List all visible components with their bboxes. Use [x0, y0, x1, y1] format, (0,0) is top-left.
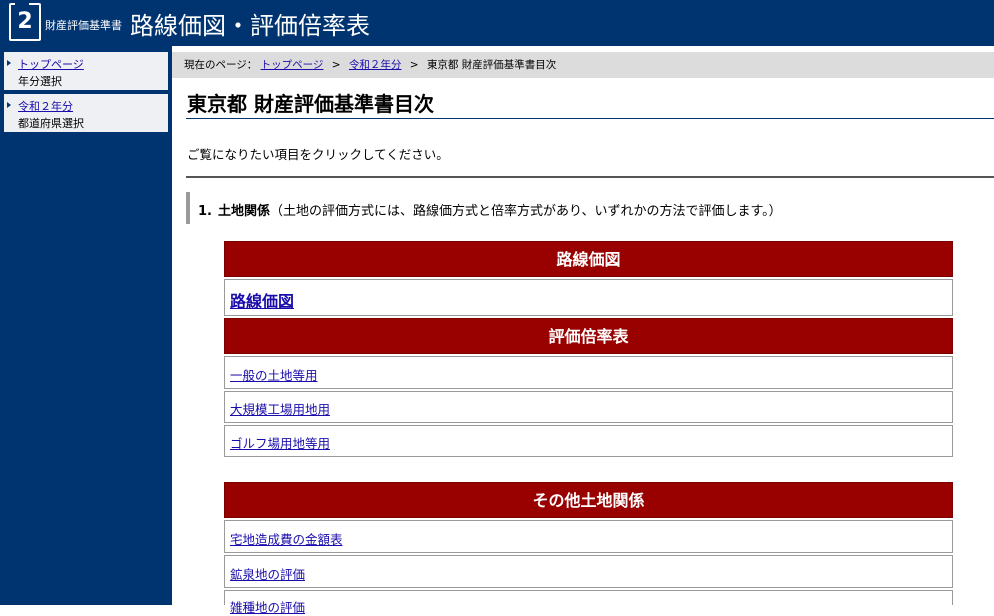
sidebar-item-reiwa2: 令和２年分 都道府県選択: [4, 94, 168, 132]
breadcrumb-prefix: 現在のページ：: [184, 59, 258, 71]
table-row: 一般の土地等用: [224, 356, 953, 389]
table-row: 宅地造成費の金額表: [224, 520, 953, 553]
sidebar: トップページ 年分選択 令和２年分 都道府県選択: [0, 46, 172, 605]
sidebar-item-sub: 年分選択: [18, 75, 62, 88]
table-heading-bairitsu: 評価倍率表: [224, 318, 953, 354]
breadcrumb-link-reiwa2[interactable]: 令和２年分: [349, 59, 402, 71]
page-title: 東京都 財産評価基準書目次: [187, 92, 434, 116]
intro-text: ご覧になりたい項目をクリックしてください。: [187, 147, 449, 162]
link-golf-course[interactable]: ゴルフ場用地等用: [230, 433, 330, 452]
table-row: ゴルフ場用地等用: [224, 425, 953, 457]
sidebar-item-top: トップページ 年分選択: [4, 52, 168, 90]
triangle-right-icon: [7, 60, 11, 66]
link-large-factory[interactable]: 大規模工場用地用: [230, 399, 330, 418]
breadcrumb-separator: >: [409, 59, 419, 71]
logo-number-icon: 2: [9, 3, 41, 41]
breadcrumb: 現在のページ： トップページ > 令和２年分 > 東京都 財産評価基準書目次: [172, 52, 994, 78]
logo-number: 2: [17, 9, 33, 34]
triangle-right-icon: [7, 102, 11, 108]
section-number: 1.: [198, 204, 212, 219]
link-rosenka-map[interactable]: 路線価図: [230, 288, 294, 312]
link-mineral-spring[interactable]: 鉱泉地の評価: [230, 564, 305, 583]
table-heading-rosenka: 路線価図: [224, 241, 953, 277]
sidebar-link-reiwa2[interactable]: 令和２年分: [18, 98, 73, 114]
link-general-land[interactable]: 一般の土地等用: [230, 365, 318, 384]
section-heading: 1. 土地関係（土地の評価方式には、路線価方式と倍率方式があり、いずれかの方法で評…: [186, 192, 994, 224]
breadcrumb-separator: >: [331, 59, 341, 71]
header-title: 路線価図・評価倍率表: [130, 12, 370, 40]
sidebar-link-top[interactable]: トップページ: [18, 56, 84, 72]
link-miscellaneous-land[interactable]: 雑種地の評価: [230, 597, 305, 616]
sidebar-item-sub: 都道府県選択: [18, 117, 84, 130]
link-land-development-cost[interactable]: 宅地造成費の金額表: [230, 529, 343, 548]
site-header: 2 財産評価基準書 路線価図・評価倍率表: [0, 0, 994, 46]
section-divider: [186, 176, 994, 178]
table-heading-other-land: その他土地関係: [224, 482, 953, 518]
header-subtitle: 財産評価基準書: [45, 19, 122, 32]
breadcrumb-current: 東京都 財産評価基準書目次: [426, 59, 557, 71]
table-row: 雑種地の評価: [224, 590, 953, 615]
table-row: 大規模工場用地用: [224, 391, 953, 423]
table-row: 路線価図: [224, 279, 953, 316]
breadcrumb-link-top[interactable]: トップページ: [261, 59, 324, 71]
section-name: 土地関係: [217, 204, 270, 219]
section-note: （土地の評価方式には、路線価方式と倍率方式があり、いずれかの方法で評価します。）: [270, 204, 782, 219]
title-underline: [186, 118, 994, 119]
table-row: 鉱泉地の評価: [224, 555, 953, 588]
